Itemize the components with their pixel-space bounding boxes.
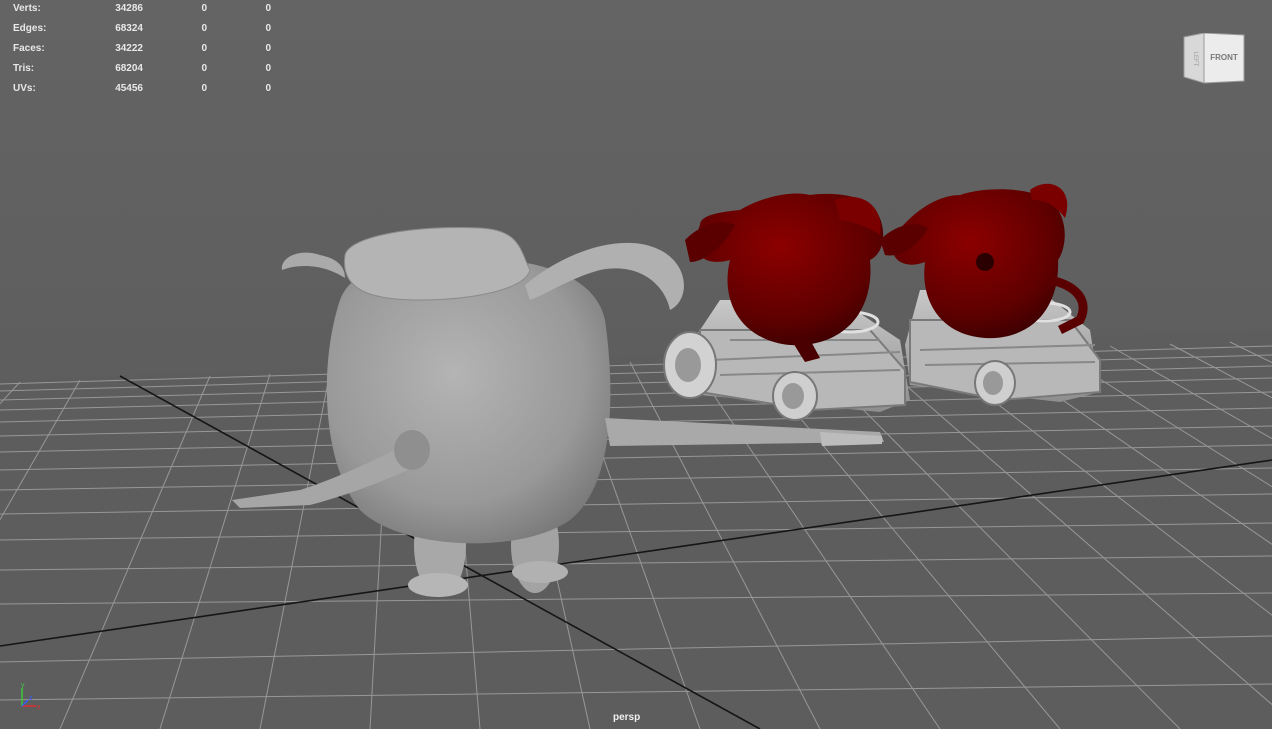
hud-label: Edges:	[13, 23, 47, 34]
hud-value-scene: 68324	[115, 23, 143, 34]
hud-label: Faces:	[13, 43, 45, 54]
viewcube-front-label: FRONT	[1210, 53, 1238, 62]
hud-value-selected: 0	[201, 63, 207, 74]
hud-row-tris: Tris: 68204 0 0	[13, 59, 273, 79]
hud-row-edges: Edges: 68324 0 0	[13, 19, 273, 39]
camera-name-label: persp	[613, 712, 641, 723]
axis-z-line	[21, 699, 29, 707]
hud-value-scene: 34286	[115, 3, 143, 14]
hud-value-scene: 68204	[115, 63, 143, 74]
axis-z-label: z	[29, 695, 33, 702]
hud-label: UVs:	[13, 83, 36, 94]
hud-value-selected: 0	[201, 83, 207, 94]
axis-x-label: x	[37, 704, 41, 711]
hud-value-component: 0	[265, 3, 271, 14]
hud-value-selected: 0	[201, 3, 207, 14]
viewcube[interactable]: LEFT FRONT	[1182, 33, 1246, 85]
hud-value-selected: 0	[201, 23, 207, 34]
viewcube-side-label: LEFT	[1192, 52, 1198, 67]
axis-y-label: y	[21, 682, 25, 689]
hud-value-component: 0	[265, 23, 271, 34]
hud-value-scene: 45456	[115, 83, 143, 94]
hud-label: Verts:	[13, 3, 41, 14]
hud-value-component: 0	[265, 83, 271, 94]
hud-row-verts: Verts: 34286 0 0	[13, 0, 273, 19]
hud-label: Tris:	[13, 63, 35, 74]
hud-value-component: 0	[265, 43, 271, 54]
hud-row-uvs: UVs: 45456 0 0	[13, 79, 273, 99]
poly-count-hud: Verts: 34286 0 0 Edges: 68324 0 0 Faces:…	[13, 0, 273, 99]
hud-value-component: 0	[265, 63, 271, 74]
scene-canvas[interactable]	[0, 0, 1272, 729]
viewport-persp[interactable]: Verts: 34286 0 0 Edges: 68324 0 0 Faces:…	[0, 0, 1272, 729]
hud-row-faces: Faces: 34222 0 0	[13, 39, 273, 59]
hud-value-selected: 0	[201, 43, 207, 54]
hud-value-scene: 34222	[115, 43, 143, 54]
axis-gizmo: y x z	[21, 682, 41, 711]
